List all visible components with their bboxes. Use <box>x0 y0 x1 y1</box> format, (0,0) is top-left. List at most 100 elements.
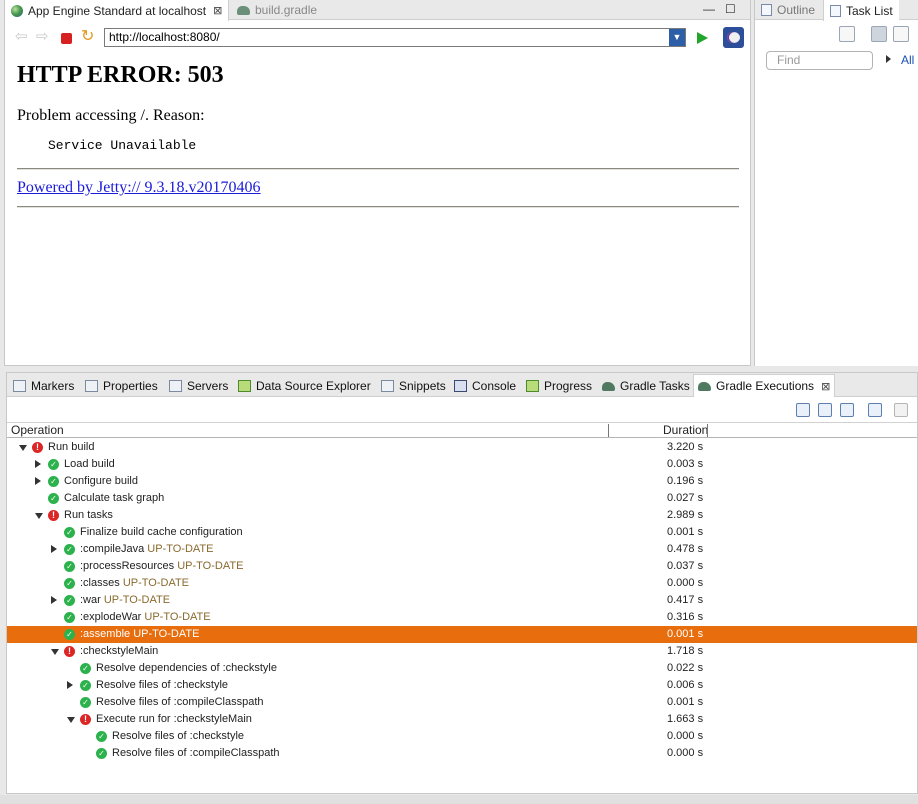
table-row[interactable]: :classes UP-TO-DATE 0.000 s <box>7 575 917 592</box>
divider <box>17 206 739 208</box>
maximize-icon[interactable]: ☐ <box>725 2 736 16</box>
collapsed-arrow-icon[interactable] <box>51 545 57 553</box>
table-row[interactable]: :assemble UP-TO-DATE 0.001 s <box>7 626 917 643</box>
rerun-icon[interactable] <box>894 403 908 417</box>
tab-app-engine-browser[interactable]: App Engine Standard at localhost ⊠ <box>5 0 230 21</box>
table-row[interactable]: Resolve files of :compileClasspath 0.001 … <box>7 694 917 711</box>
tab-gradle-executions[interactable]: Gradle Executions ⊠ <box>693 374 836 397</box>
operation-state: UP-TO-DATE <box>103 594 171 606</box>
tab-label: App Engine Standard at localhost <box>28 3 207 18</box>
collapsed-arrow-icon[interactable] <box>51 596 57 604</box>
tab-gradle-tasks[interactable]: Gradle Tasks <box>598 375 694 397</box>
column-resize-handle[interactable] <box>707 424 708 437</box>
globe-icon <box>11 4 23 17</box>
operation-name: :processResources <box>80 560 175 572</box>
expanded-arrow-icon[interactable] <box>35 513 43 519</box>
gradle-elephant-icon <box>237 5 250 15</box>
operation-label: Resolve files of :compileClasspath <box>96 694 264 711</box>
refresh-icon[interactable]: ↻ <box>81 29 94 45</box>
table-row[interactable]: :checkstyleMain 1.718 s <box>7 643 917 660</box>
table-row[interactable]: Resolve dependencies of :checkstyle 0.022… <box>7 660 917 677</box>
focus-icon[interactable] <box>893 26 909 42</box>
show-console-icon[interactable] <box>868 403 882 417</box>
operation-name: :explodeWar <box>80 611 142 623</box>
expanded-arrow-icon[interactable] <box>67 717 75 723</box>
expanded-arrow-icon[interactable] <box>19 445 27 451</box>
operation-name: :compileJava <box>80 543 145 555</box>
jetty-link[interactable]: Powered by Jetty:// 9.3.18.v20170406 <box>17 178 739 198</box>
operation-label: Resolve dependencies of :checkstyle <box>96 660 277 677</box>
table-row[interactable]: Configure build 0.196 s <box>7 473 917 490</box>
tab-build-gradle[interactable]: build.gradle <box>231 0 323 20</box>
collapsed-arrow-icon[interactable] <box>35 460 41 468</box>
tab-markers[interactable]: Markers <box>9 375 78 397</box>
new-task-icon[interactable] <box>839 26 855 42</box>
table-row[interactable]: Calculate task graph 0.027 s <box>7 490 917 507</box>
tab-progress[interactable]: Progress <box>522 375 596 397</box>
collapsed-arrow-icon[interactable] <box>35 477 41 485</box>
snippets-icon <box>381 380 394 392</box>
operation-duration: 0.037 s <box>667 560 704 572</box>
categorize-icon[interactable] <box>871 26 887 42</box>
operation-label: Configure build <box>64 473 138 490</box>
go-icon[interactable] <box>697 32 708 44</box>
find-input[interactable]: Find <box>766 51 873 70</box>
bottom-tab-bar: Markers Properties Servers Data Source E… <box>7 373 917 397</box>
operation-label: :explodeWar UP-TO-DATE <box>80 609 211 626</box>
minimize-icon[interactable]: — <box>703 2 715 16</box>
chevron-down-icon[interactable]: ▼ <box>669 29 685 46</box>
tab-properties[interactable]: Properties <box>81 375 162 397</box>
tab-servers[interactable]: Servers <box>165 375 232 397</box>
table-row[interactable]: Load build 0.003 s <box>7 456 917 473</box>
success-icon <box>64 612 75 623</box>
tab-snippets[interactable]: Snippets <box>377 375 450 397</box>
eclipse-icon[interactable] <box>723 27 744 48</box>
column-header-operation[interactable]: Operation <box>11 423 64 438</box>
back-arrow-icon[interactable]: ⇦ <box>15 29 28 45</box>
table-row[interactable]: Resolve files of :compileClasspath 0.000 … <box>7 745 917 762</box>
column-resize-handle[interactable] <box>608 424 609 437</box>
all-link[interactable]: All <box>901 53 914 67</box>
chevron-right-icon[interactable] <box>886 55 891 63</box>
operation-state: UP-TO-DATE <box>177 560 244 572</box>
gradle-elephant-icon <box>698 381 711 391</box>
table-row[interactable]: Execute run for :checkstyleMain 1.663 s <box>7 711 917 728</box>
tab-label: Data Source Explorer <box>256 379 371 393</box>
show-failures-icon[interactable] <box>840 403 854 417</box>
success-icon <box>64 595 75 606</box>
tab-outline[interactable]: Outline <box>755 0 821 20</box>
tab-console[interactable]: Console <box>450 375 520 397</box>
table-row[interactable]: :processResources UP-TO-DATE 0.037 s <box>7 558 917 575</box>
column-header-duration[interactable]: Duration <box>663 423 708 438</box>
url-input[interactable]: http://localhost:8080/ ▼ <box>104 28 686 47</box>
operation-state: UP-TO-DATE <box>122 577 190 589</box>
expanded-arrow-icon[interactable] <box>51 649 59 655</box>
collapsed-arrow-icon[interactable] <box>67 681 73 689</box>
table-row[interactable]: Run tasks 2.989 s <box>7 507 917 524</box>
operation-label: :classes UP-TO-DATE <box>80 575 189 592</box>
table-row[interactable]: Resolve files of :checkstyle 0.006 s <box>7 677 917 694</box>
table-row[interactable]: Finalize build cache configuration 0.001 … <box>7 524 917 541</box>
close-icon[interactable]: ⊠ <box>821 380 830 393</box>
operation-duration: 0.003 s <box>667 458 704 470</box>
close-icon[interactable]: ⊠ <box>213 4 222 17</box>
error-icon <box>64 646 75 657</box>
operation-name: Resolve files of :compileClasspath <box>112 747 280 759</box>
table-row[interactable]: :war UP-TO-DATE 0.417 s <box>7 592 917 609</box>
table-row[interactable]: :compileJava UP-TO-DATE 0.478 s <box>7 541 917 558</box>
operation-name: Run build <box>48 441 95 453</box>
table-row[interactable]: Resolve files of :checkstyle 0.000 s <box>7 728 917 745</box>
stop-icon[interactable] <box>61 33 72 44</box>
tab-label: Properties <box>103 379 158 393</box>
operation-name: :assemble <box>80 628 131 640</box>
tab-task-list[interactable]: Task List <box>823 0 899 21</box>
web-page-content: HTTP ERROR: 503 Problem accessing /. Rea… <box>17 50 739 208</box>
expand-all-icon[interactable] <box>796 403 810 417</box>
table-row[interactable]: Run build 3.220 s <box>7 439 917 456</box>
operation-name: :checkstyleMain <box>80 645 159 657</box>
collapse-all-icon[interactable] <box>818 403 832 417</box>
operation-label: Run build <box>48 439 94 456</box>
table-row[interactable]: :explodeWar UP-TO-DATE 0.316 s <box>7 609 917 626</box>
forward-arrow-icon[interactable]: ⇨ <box>36 29 49 45</box>
tab-data-source-explorer[interactable]: Data Source Explorer <box>234 375 375 397</box>
